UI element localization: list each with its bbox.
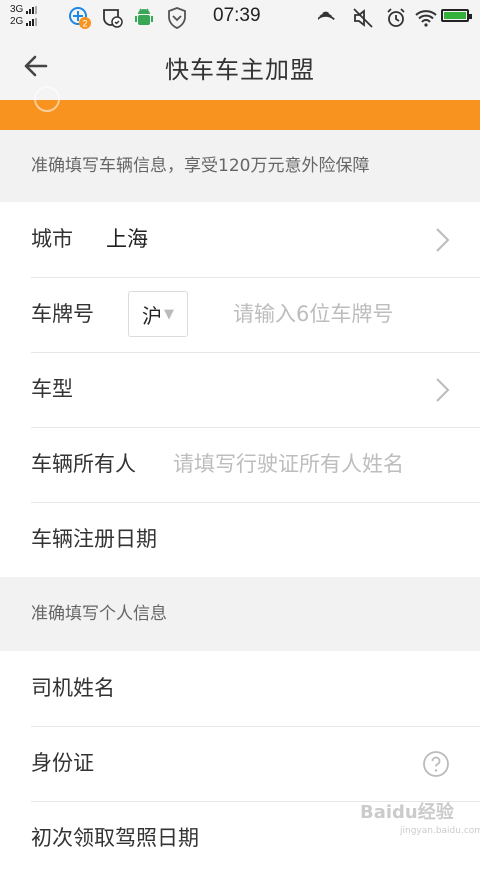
- owner-name-input[interactable]: 请填写行驶证所有人姓名: [173, 427, 404, 502]
- plate-province-value: 沪: [142, 303, 162, 328]
- city-label: 城市: [31, 227, 73, 251]
- personal-form: 司机姓名 身份证 初次领取驾照日期: [0, 651, 480, 876]
- battery-icon: [441, 9, 472, 22]
- signal-bars-top-icon: [26, 6, 38, 14]
- plate-row: 车牌号 沪 ▼ 请输入6位车牌号: [0, 277, 480, 352]
- registration-date-row[interactable]: 车辆注册日期: [0, 502, 480, 577]
- owner-row: 车辆所有人 请填写行驶证所有人姓名: [0, 427, 480, 502]
- vehicle-section-hint: 准确填写车辆信息，享受120万元意外险保障: [0, 130, 480, 202]
- city-row[interactable]: 城市 上海: [0, 202, 480, 277]
- plate-number-input[interactable]: 请输入6位车牌号: [233, 277, 393, 352]
- page-title: 快车车主加盟: [165, 56, 315, 84]
- network-type-bottom: 2G: [10, 16, 24, 27]
- plate-province-select[interactable]: 沪 ▼: [128, 291, 188, 337]
- mute-icon: [351, 6, 375, 34]
- promo-banner[interactable]: [0, 86, 480, 130]
- id-card-label: 身份证: [31, 751, 94, 775]
- download-notification-icon: 2: [68, 6, 92, 34]
- network-type-top: 3G: [10, 4, 24, 15]
- plate-label: 车牌号: [31, 302, 94, 326]
- owner-label: 车辆所有人: [31, 452, 136, 476]
- registration-date-label: 车辆注册日期: [31, 527, 157, 551]
- android-debug-icon: [132, 6, 156, 34]
- personal-section-hint: 准确填写个人信息: [0, 577, 480, 651]
- network-indicator: 3G 2G: [10, 4, 38, 28]
- nfc-icon: [316, 6, 342, 34]
- dropdown-triangle-icon: ▼: [164, 306, 174, 322]
- shield-check-icon: [100, 6, 124, 34]
- chevron-right-icon: [436, 378, 450, 402]
- id-card-row[interactable]: 身份证: [0, 726, 480, 801]
- watermark-brand: Baidu经验: [360, 802, 454, 823]
- city-value: 上海: [106, 227, 148, 251]
- vehicle-form: 城市 上海 车牌号 沪 ▼ 请输入6位车牌号 车型 车辆所有人 请填写行驶证所有…: [0, 202, 480, 577]
- shield-outline-icon: [165, 6, 189, 34]
- car-model-label: 车型: [31, 377, 73, 401]
- notification-badge-count: 2: [82, 19, 87, 29]
- alarm-icon: [384, 6, 408, 34]
- driver-name-label: 司机姓名: [31, 676, 115, 700]
- status-time: 07:39: [213, 5, 261, 26]
- chevron-right-icon: [436, 228, 450, 252]
- banner-icon: [34, 86, 60, 112]
- signal-bars-bottom-icon: [26, 18, 38, 26]
- watermark-logo: Baidu经验 jingyan.baidu.com: [360, 798, 480, 836]
- driver-name-row[interactable]: 司机姓名: [0, 651, 480, 726]
- license-date-label: 初次领取驾照日期: [31, 826, 199, 850]
- app-header: 快车车主加盟: [0, 34, 480, 100]
- status-bar: 3G 2G 2 07:39: [0, 0, 480, 34]
- car-model-row[interactable]: 车型: [0, 352, 480, 427]
- help-question-icon[interactable]: [422, 750, 450, 778]
- wifi-icon: [414, 6, 438, 34]
- watermark-url: jingyan.baidu.com: [400, 826, 480, 836]
